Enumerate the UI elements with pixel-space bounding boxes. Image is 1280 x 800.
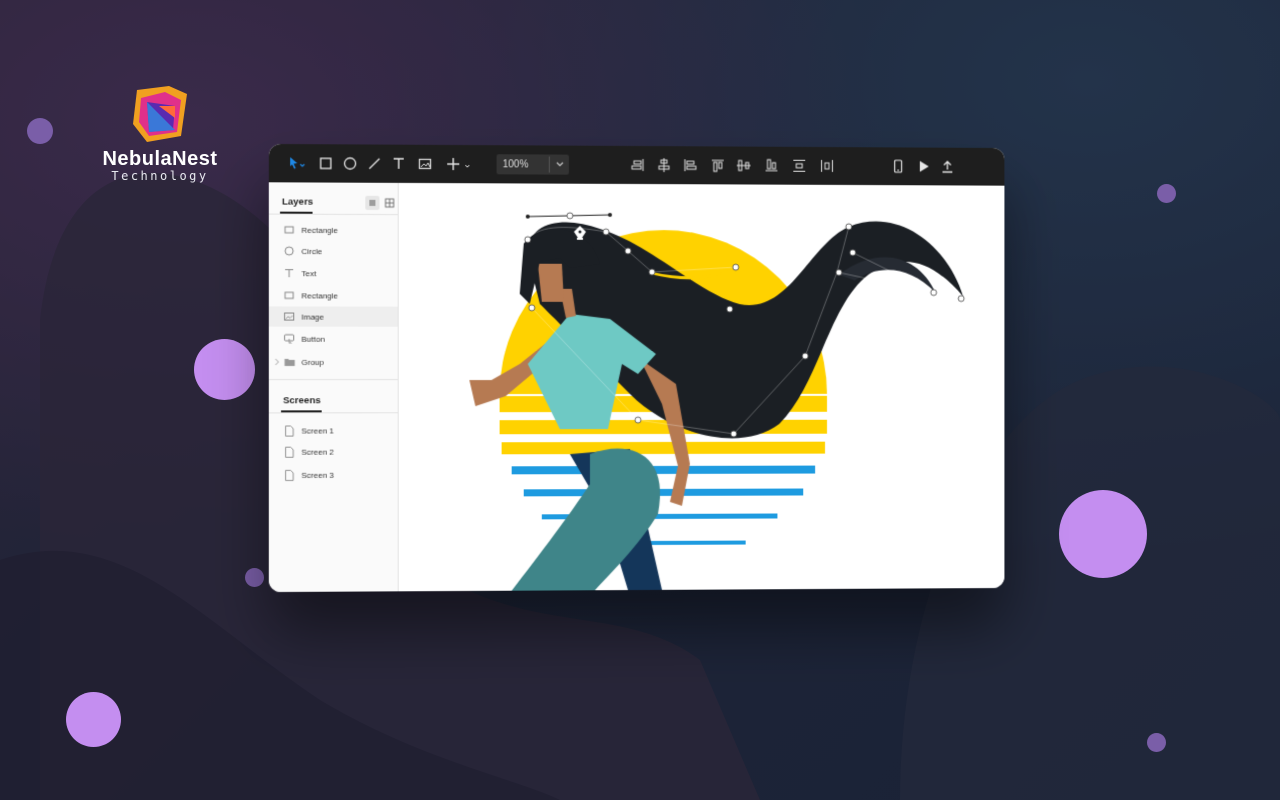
zoom-value: 100%: [502, 158, 529, 170]
page-icon: [283, 446, 295, 458]
zoom-dropdown[interactable]: 100%: [496, 154, 569, 175]
layer-item[interactable]: Rectangle: [269, 220, 398, 241]
brand-tagline: Technology: [111, 169, 209, 183]
screen-item[interactable]: Screen 3: [269, 465, 398, 485]
page-icon: [283, 469, 295, 481]
grid-view-icon[interactable]: [383, 196, 397, 210]
chevron-down-icon: [554, 158, 566, 173]
button-icon: [283, 333, 295, 345]
text-icon: [283, 267, 295, 279]
screens-panel-title[interactable]: Screens: [283, 395, 321, 406]
rectangle-icon: [283, 224, 295, 236]
design-app-window: 100% Layers Rectangle Circle Text Rectan…: [268, 143, 1005, 593]
brand-logo: NebulaNest Technology: [80, 84, 240, 183]
image-icon[interactable]: [415, 154, 435, 174]
select-icon[interactable]: [287, 153, 307, 173]
bubble-decoration: [66, 692, 121, 747]
image-icon: [283, 310, 295, 322]
page-icon: [283, 424, 295, 436]
rectangle-icon: [283, 289, 295, 301]
screen-item[interactable]: Screen 2: [269, 441, 398, 461]
align-center-horizontal-icon[interactable]: [654, 155, 674, 175]
design-canvas[interactable]: [398, 182, 1005, 592]
running-woman-illustration[interactable]: [399, 183, 1005, 591]
bubble-decoration: [1059, 490, 1147, 578]
add-icon[interactable]: [445, 154, 475, 174]
align-left-icon[interactable]: [680, 155, 700, 175]
bubble-decoration: [1157, 184, 1176, 203]
layer-item[interactable]: Button: [269, 329, 398, 349]
chevron-right-icon[interactable]: [274, 358, 280, 368]
layer-item[interactable]: Circle: [269, 241, 398, 262]
layer-item[interactable]: Group: [269, 352, 398, 372]
folder-icon: [283, 356, 295, 368]
bubble-decoration: [194, 339, 255, 400]
layers-sidebar: Layers Rectangle Circle Text Rectangle I…: [268, 182, 399, 593]
layer-item[interactable]: Text: [269, 263, 398, 283]
bubble-decoration: [27, 118, 53, 144]
play-icon[interactable]: [914, 156, 934, 176]
circle-icon: [283, 245, 295, 257]
rectangle-icon[interactable]: [316, 153, 336, 173]
line-icon[interactable]: [364, 154, 384, 174]
distribute-vertical-icon[interactable]: [789, 156, 809, 176]
ellipse-icon[interactable]: [340, 153, 360, 173]
export-icon[interactable]: [938, 157, 958, 177]
text-icon[interactable]: [389, 154, 409, 174]
align-middle-vertical-icon[interactable]: [734, 155, 754, 175]
toolbar: 100%: [268, 143, 1005, 186]
layers-panel-title[interactable]: Layers: [282, 196, 313, 207]
align-bottom-icon[interactable]: [762, 156, 782, 176]
screen-item[interactable]: Screen 1: [269, 420, 398, 440]
face: [537, 263, 564, 302]
brand-name: NebulaNest: [102, 148, 218, 170]
bubble-decoration: [245, 568, 264, 587]
bubble-decoration: [1147, 733, 1166, 752]
layer-item[interactable]: Rectangle: [269, 285, 398, 305]
list-view-icon[interactable]: [365, 195, 380, 210]
layer-item-selected[interactable]: Image: [268, 306, 398, 327]
align-right-icon[interactable]: [628, 155, 648, 175]
device-preview-icon[interactable]: [888, 156, 908, 176]
cube-logo-icon: [133, 86, 187, 142]
align-top-icon[interactable]: [708, 155, 728, 175]
distribute-horizontal-icon[interactable]: [817, 156, 837, 176]
